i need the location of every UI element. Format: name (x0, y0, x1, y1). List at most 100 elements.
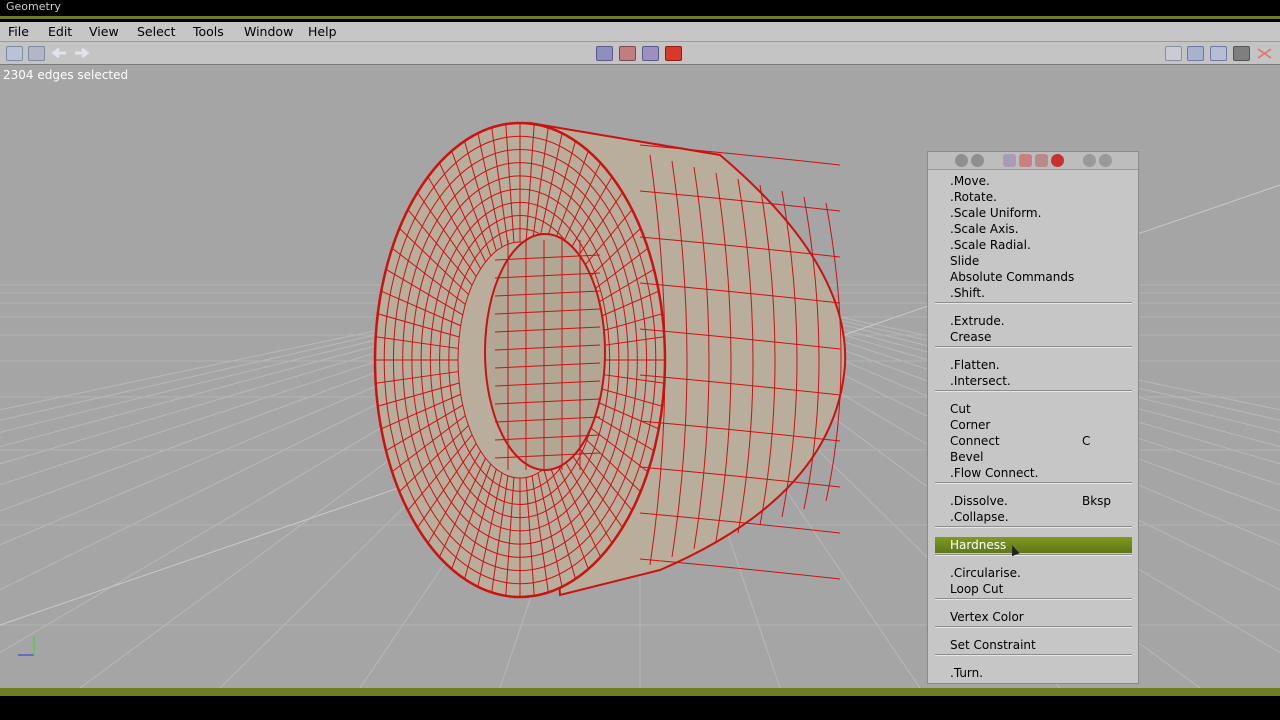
menu-item-label: Loop Cut (950, 582, 1004, 596)
menu-item-label: .Scale Radial. (950, 238, 1031, 252)
menu-select[interactable]: Select (137, 24, 176, 39)
context-menu-header (928, 152, 1138, 170)
mesh-tube[interactable] (373, 121, 847, 599)
menu-item-collapse[interactable]: .Collapse. (935, 509, 1132, 525)
menu-item-label: .Circularise. (950, 566, 1021, 580)
workmode-icon[interactable] (1187, 46, 1204, 61)
menu-separator (935, 526, 1132, 528)
menu-item-label: Connect (950, 434, 1000, 448)
menu-item-label: Absolute Commands (950, 270, 1075, 284)
menu-item-flow-connect[interactable]: .Flow Connect. (935, 465, 1132, 481)
menu-separator (935, 482, 1132, 484)
edge-select-icon[interactable] (1019, 154, 1032, 167)
menu-item-dissolve[interactable]: .Dissolve. Bksp (935, 493, 1132, 509)
rotate-left-icon[interactable] (955, 154, 968, 167)
menu-item-label: Corner (950, 418, 991, 432)
menu-item-bevel[interactable]: Bevel (935, 449, 1132, 465)
menu-item-label: .Turn. (950, 666, 984, 680)
menu-tools[interactable]: Tools (193, 24, 224, 39)
window-title: Geometry (6, 0, 61, 13)
menu-item-cut[interactable]: Cut (935, 401, 1132, 417)
menu-item-set-constraint[interactable]: Set Constraint (935, 637, 1132, 653)
menu-item-scale-radial[interactable]: .Scale Radial. (935, 237, 1132, 253)
axes-icon[interactable] (1256, 46, 1273, 61)
menu-item-flatten[interactable]: .Flatten. (935, 357, 1132, 373)
menu-item-label: .Collapse. (950, 510, 1009, 524)
menu-item-label: .Rotate. (950, 190, 997, 204)
menu-edit[interactable]: Edit (48, 24, 72, 39)
menu-separator (935, 598, 1132, 600)
menu-item-label: .Extrude. (950, 314, 1005, 328)
menu-item-slide[interactable]: Slide (935, 253, 1132, 269)
tube-inner-hole (484, 233, 606, 471)
face-select-icon[interactable] (1035, 154, 1048, 167)
menu-item-crease[interactable]: Crease (935, 329, 1132, 345)
menu-item-vertex-color[interactable]: Vertex Color (935, 609, 1132, 625)
menu-separator (935, 554, 1132, 556)
menu-item-circularise[interactable]: .Circularise. (935, 565, 1132, 581)
menu-item-shortcut: Bksp (1082, 494, 1112, 508)
menu-item-label: Slide (950, 254, 980, 268)
menu-item-hardness[interactable]: Hardness (935, 537, 1132, 553)
save-icon[interactable] (28, 46, 45, 61)
ortho-view-icon[interactable] (1165, 46, 1182, 61)
menu-item-label: .Scale Uniform. (950, 206, 1042, 220)
menu-item-label: .Shift. (950, 286, 985, 300)
menu-item-scale-uniform[interactable]: .Scale Uniform. (935, 205, 1132, 221)
redo-icon[interactable] (73, 46, 90, 61)
menu-item-intersect[interactable]: .Intersect. (935, 373, 1132, 389)
menu-separator (935, 654, 1132, 656)
menu-bar: File Edit View Select Tools Window Help (0, 22, 1280, 42)
status-text: 2304 edges selected (3, 68, 129, 82)
magnet-icon[interactable] (1083, 154, 1096, 167)
menu-item-label: Vertex Color (950, 610, 1024, 624)
menu-help[interactable]: Help (308, 24, 337, 39)
menu-item-label: Cut (950, 402, 971, 416)
menu-item-label: Set Constraint (950, 638, 1036, 652)
snap-icon[interactable] (1099, 154, 1112, 167)
window-title-strip: Geometry (0, 0, 1280, 22)
wire-edge (639, 558, 841, 580)
menu-item-corner[interactable]: Corner (935, 417, 1132, 433)
wireframe-icon[interactable] (1210, 46, 1227, 61)
bottom-letterbox (0, 696, 1280, 720)
menu-item-label: .Scale Axis. (950, 222, 1019, 236)
menu-item-absolute-commands[interactable]: Absolute Commands (935, 269, 1132, 285)
edge-context-menu: .Move. .Rotate. .Scale Uniform. .Scale Axis… (927, 151, 1139, 684)
menu-item-label: .Dissolve. (950, 494, 1008, 508)
menu-item-scale-axis[interactable]: .Scale Axis. (935, 221, 1132, 237)
menu-item-connect[interactable]: Connect C (935, 433, 1132, 449)
new-file-icon[interactable] (6, 46, 23, 61)
menu-separator (935, 302, 1132, 304)
menu-separator (935, 346, 1132, 348)
undo-icon[interactable] (51, 46, 68, 61)
vertex-mode-icon[interactable] (596, 46, 613, 61)
menu-item-label: .Intersect. (950, 374, 1011, 388)
menu-item-label: .Flatten. (950, 358, 1000, 372)
face-mode-icon[interactable] (642, 46, 659, 61)
menu-window[interactable]: Window (244, 24, 293, 39)
menu-item-label: Crease (950, 330, 992, 344)
menu-separator (935, 626, 1132, 628)
menu-item-move[interactable]: .Move. (935, 173, 1132, 189)
toolbar (0, 42, 1280, 65)
menu-item-shift[interactable]: .Shift. (935, 285, 1132, 301)
menu-item-label: .Flow Connect. (950, 466, 1039, 480)
bottom-accent-bar (0, 688, 1280, 696)
menu-item-label: Hardness (950, 538, 1007, 552)
menu-view[interactable]: View (89, 24, 119, 39)
edge-mode-icon[interactable] (619, 46, 636, 61)
rotate-right-icon[interactable] (971, 154, 984, 167)
body-mode-icon[interactable] (665, 46, 682, 61)
menu-item-loop-cut[interactable]: Loop Cut (935, 581, 1132, 597)
menu-separator (935, 390, 1132, 392)
menu-file[interactable]: File (8, 24, 29, 39)
shaded-icon[interactable] (1233, 46, 1250, 61)
title-accent-line (0, 16, 1280, 19)
vertex-select-icon[interactable] (1003, 154, 1016, 167)
menu-item-extrude[interactable]: .Extrude. (935, 313, 1132, 329)
menu-item-rotate[interactable]: .Rotate. (935, 189, 1132, 205)
menu-item-turn[interactable]: .Turn. (935, 665, 1132, 681)
object-select-icon[interactable] (1051, 154, 1064, 167)
menu-item-label: .Move. (950, 174, 990, 188)
